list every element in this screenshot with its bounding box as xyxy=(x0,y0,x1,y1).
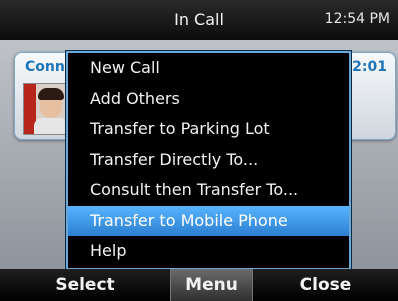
close-softkey[interactable]: Close xyxy=(253,269,398,301)
phone-screen: In Call 12:54 PM Connected 2:01 New Call… xyxy=(0,0,398,301)
menu-softkey[interactable]: Menu xyxy=(170,269,253,301)
menu-item-transfer-directly[interactable]: Transfer Directly To... xyxy=(68,145,349,176)
call-options-menu: New Call Add Others Transfer to Parking … xyxy=(66,51,351,270)
title-bar: In Call 12:54 PM xyxy=(0,0,398,40)
caller-avatar xyxy=(23,83,67,135)
softkey-bar: Select Menu Close xyxy=(0,269,398,301)
menu-item-transfer-parking-lot[interactable]: Transfer to Parking Lot xyxy=(68,114,349,145)
call-timer: 2:01 xyxy=(352,59,387,75)
select-softkey[interactable]: Select xyxy=(0,269,170,301)
call-state-label: Connected xyxy=(25,59,65,75)
menu-item-help[interactable]: Help xyxy=(68,236,349,267)
menu-item-consult-then-transfer[interactable]: Consult then Transfer To... xyxy=(68,175,349,206)
menu-item-new-call[interactable]: New Call xyxy=(68,53,349,84)
menu-item-transfer-mobile-phone[interactable]: Transfer to Mobile Phone xyxy=(68,205,349,236)
clock: 12:54 PM xyxy=(324,11,390,27)
menu-item-add-others[interactable]: Add Others xyxy=(68,84,349,115)
